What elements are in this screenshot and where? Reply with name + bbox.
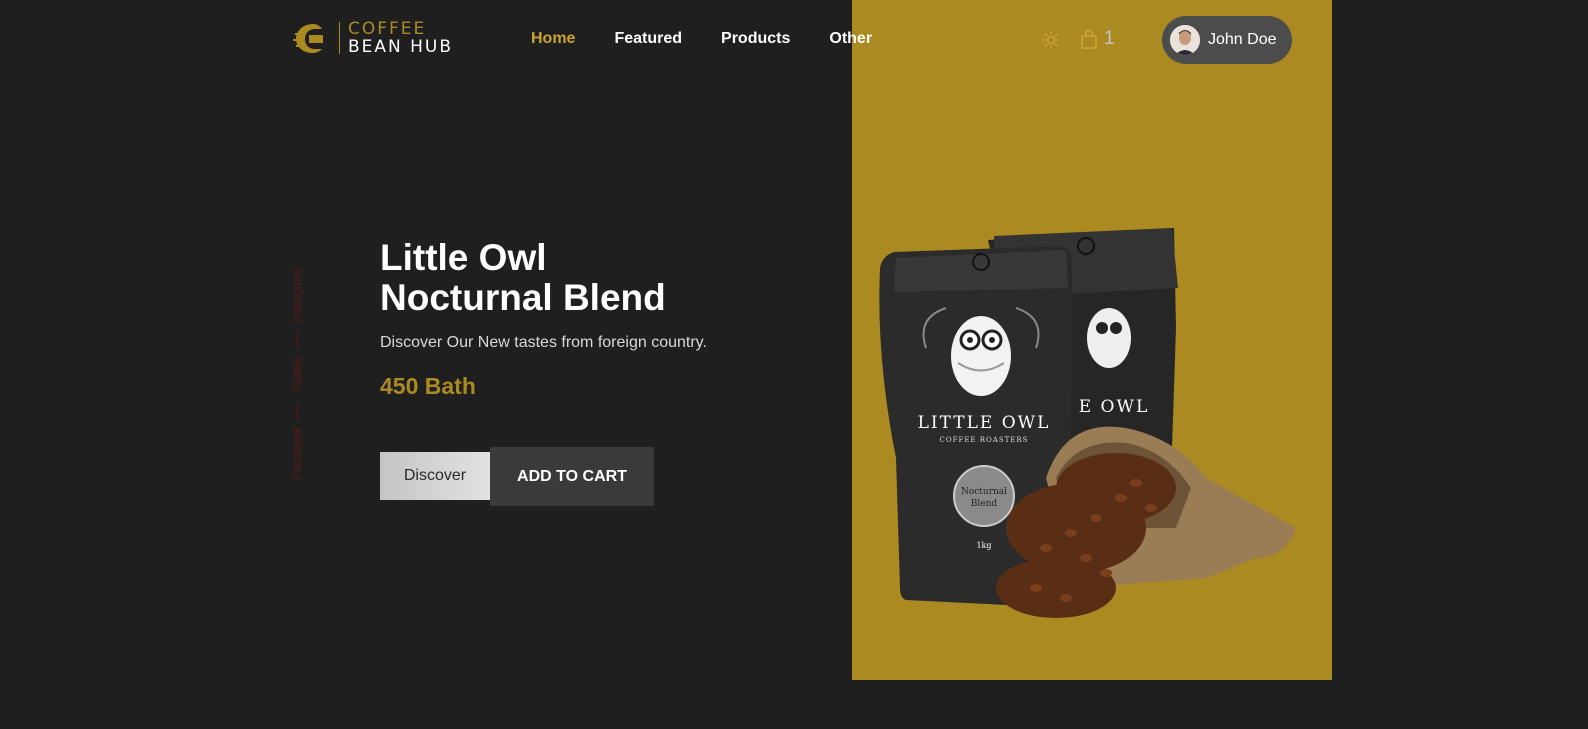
nav-featured[interactable]: Featured <box>614 30 682 48</box>
owl-icon <box>951 316 1011 396</box>
social-facebook-label: Facebook <box>290 427 304 480</box>
cart-count-badge: 1 <box>1104 28 1115 49</box>
user-avatar-icon <box>1170 25 1200 55</box>
avatar <box>1170 25 1200 55</box>
bag-label-line1: Nocturnal <box>961 487 1007 497</box>
owl-icon <box>1087 308 1131 368</box>
social-instagram-link[interactable]: Instagram <box>290 269 306 336</box>
bag-label-line2: Blend <box>971 499 998 509</box>
sun-icon[interactable] <box>1042 31 1060 49</box>
nav-other[interactable]: Other <box>829 30 872 48</box>
social-twitter-link[interactable]: Twitter <box>290 357 306 406</box>
main-nav: Home Featured Products Other <box>531 30 911 48</box>
brand-name-line1: COFFEE <box>348 19 427 39</box>
nav-home[interactable]: Home <box>531 30 575 48</box>
user-name: John Doe <box>1208 31 1277 48</box>
coffee-product-image: E OWL LITTLE OWL COFFEE ROASTERS Nocturn… <box>879 228 1296 618</box>
add-to-cart-button[interactable]: ADD TO CART <box>490 447 654 506</box>
user-menu-button[interactable]: John Doe <box>1162 16 1292 64</box>
shopping-bag-icon <box>1081 29 1097 49</box>
social-facebook-link[interactable]: Facebook <box>290 427 306 494</box>
discover-button[interactable]: Discover <box>380 452 490 500</box>
svg-text:E OWL: E OWL <box>1079 397 1150 417</box>
bag-brand-text: LITTLE OWL <box>918 413 1051 433</box>
social-twitter-label: Twitter <box>290 356 304 392</box>
hero-subtitle: Discover Our New tastes from foreign cou… <box>380 334 707 351</box>
social-divider <box>297 404 298 420</box>
social-instagram-label: Instagram <box>290 268 304 322</box>
brand-name-line2: BEAN HUB <box>348 37 454 57</box>
coffee-bean-logo-icon <box>293 24 323 53</box>
logo-divider <box>339 22 340 54</box>
brand-name: COFFEE BEAN HUB <box>348 20 453 56</box>
bag-sub-text: COFFEE ROASTERS <box>940 436 1029 444</box>
brand-logo[interactable]: COFFEE BEAN HUB <box>293 20 453 56</box>
hero-title: Little Owl Nocturnal Blend <box>380 238 666 318</box>
social-divider <box>297 332 298 348</box>
product-price: 450 Bath <box>380 373 476 399</box>
hero-title-line2: Nocturnal Blend <box>380 277 666 318</box>
bag-weight: 1kg <box>976 541 991 550</box>
cart-button[interactable]: 1 <box>1080 28 1115 50</box>
hero-title-line1: Little Owl <box>380 237 547 278</box>
nav-products[interactable]: Products <box>721 30 790 48</box>
